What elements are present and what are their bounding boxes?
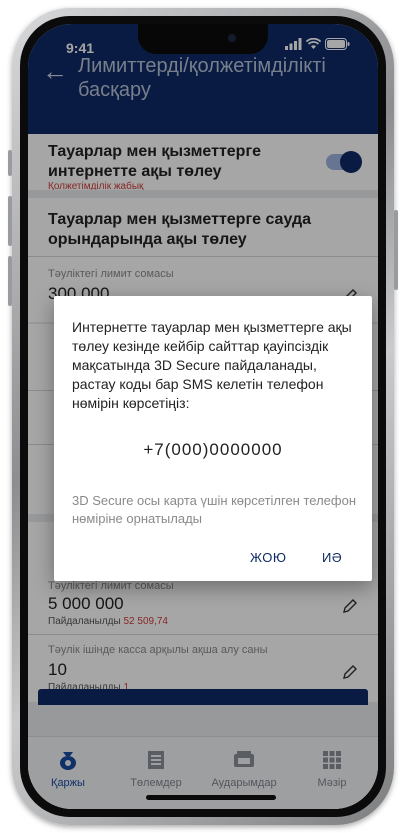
volume-down-button <box>8 256 12 306</box>
dialog-phone-number[interactable]: +7(000)0000000 <box>54 440 372 460</box>
app-screen: 9:41 ← Лимиттерді/қолжетімділікті басқар… <box>28 24 378 809</box>
mute-switch <box>8 150 12 176</box>
dialog-cancel-button[interactable]: ЖОЮ <box>250 550 286 565</box>
dialog-message: Интернетте тауарлар мен қызметтерге ақы … <box>72 319 352 411</box>
power-button <box>394 210 398 290</box>
dialog-ok-button[interactable]: ИӘ <box>322 550 342 565</box>
dialog-note: 3D Secure осы карта үшін көрсетілген тел… <box>72 493 357 526</box>
volume-up-button <box>8 196 12 246</box>
phone-3d-secure-dialog: Интернетте тауарлар мен қызметтерге ақы … <box>54 296 372 581</box>
